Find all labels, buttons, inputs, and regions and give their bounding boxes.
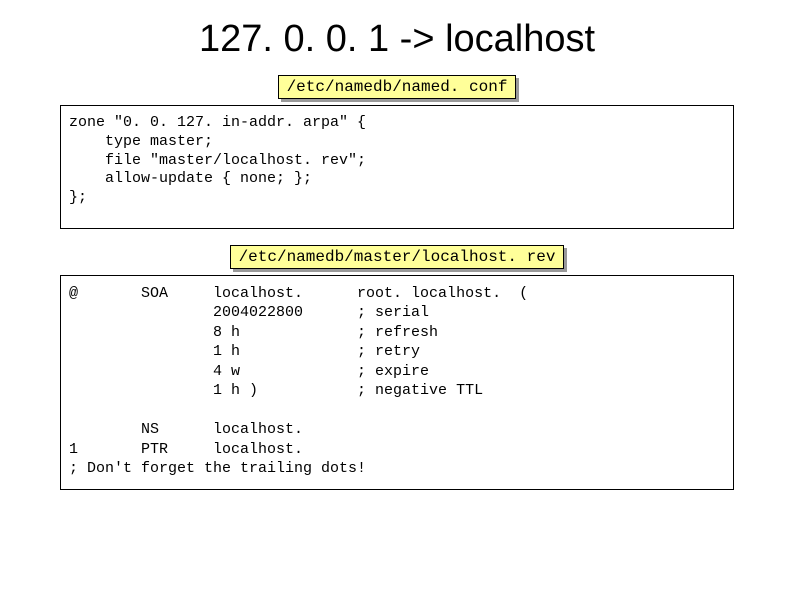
slide: { "title": "127. 0. 0. 1 -> localhost", …: [0, 18, 794, 613]
code-block-localhost-rev: @ SOA localhost. root. localhost. ( 2004…: [60, 275, 734, 490]
code-block-named-conf: zone "0. 0. 127. in-addr. arpa" { type m…: [60, 105, 734, 229]
file-label-2: /etc/namedb/master/localhost. rev: [230, 245, 565, 269]
page-title: 127. 0. 0. 1 -> localhost: [0, 18, 794, 61]
file-label-1: /etc/namedb/named. conf: [278, 75, 517, 99]
file-label-2-wrap: /etc/namedb/master/localhost. rev: [0, 245, 794, 269]
file-label-1-wrap: /etc/namedb/named. conf: [0, 75, 794, 99]
